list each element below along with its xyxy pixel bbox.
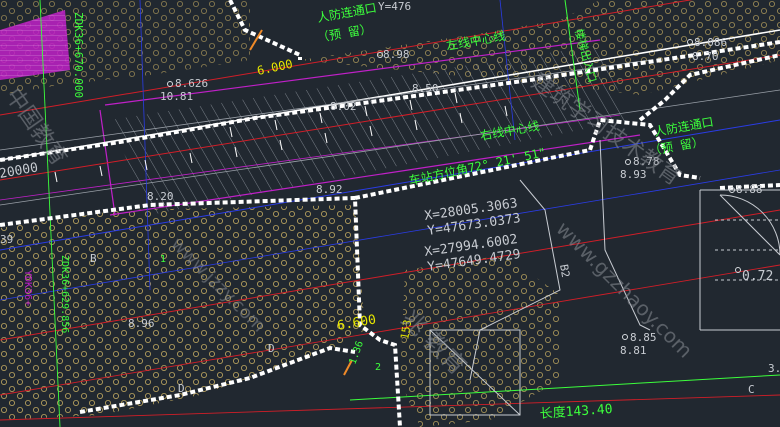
y-top-label: Y=476	[378, 0, 411, 13]
cad-drawing-canvas[interactable]: 人防连通口 Y=476 （预 留） 左线中心线 右线中心线 人防连通口 （预 留…	[0, 0, 780, 427]
elev-881: 8.81	[620, 344, 647, 357]
elev-820: 8.20	[147, 190, 174, 203]
chainage-left-top: ZDK36+670.000	[72, 12, 85, 98]
elev-8626: 8.626	[175, 77, 208, 90]
letter-b2: B2	[557, 263, 572, 278]
small-2: 2	[375, 362, 381, 373]
chainage-left-mid: ZDK36+629.856	[59, 255, 70, 333]
elev-8086: 8.086	[694, 36, 727, 49]
elev-892: 8.92	[316, 183, 343, 196]
small-1: 1	[160, 254, 166, 265]
elev-896: 8.96	[128, 317, 155, 330]
letter-b: B	[90, 252, 97, 265]
letter-d: D	[178, 382, 185, 395]
elev-072: 0.72	[742, 269, 773, 284]
letter-d2: D	[268, 342, 275, 355]
elev-1081: 10.81	[160, 90, 193, 103]
letter-c: C	[748, 383, 755, 396]
elev-802: 8.02	[330, 100, 357, 113]
elev-39: 39	[0, 233, 13, 246]
dim-380: 3.80	[768, 362, 780, 375]
elev-870: 8.70	[692, 50, 719, 63]
elev-898: 8.98	[383, 48, 410, 61]
chainage-right-mid: YDK36+	[22, 270, 33, 306]
elev-850: 8.50	[412, 82, 439, 95]
elev-888: 8.88	[736, 183, 763, 196]
